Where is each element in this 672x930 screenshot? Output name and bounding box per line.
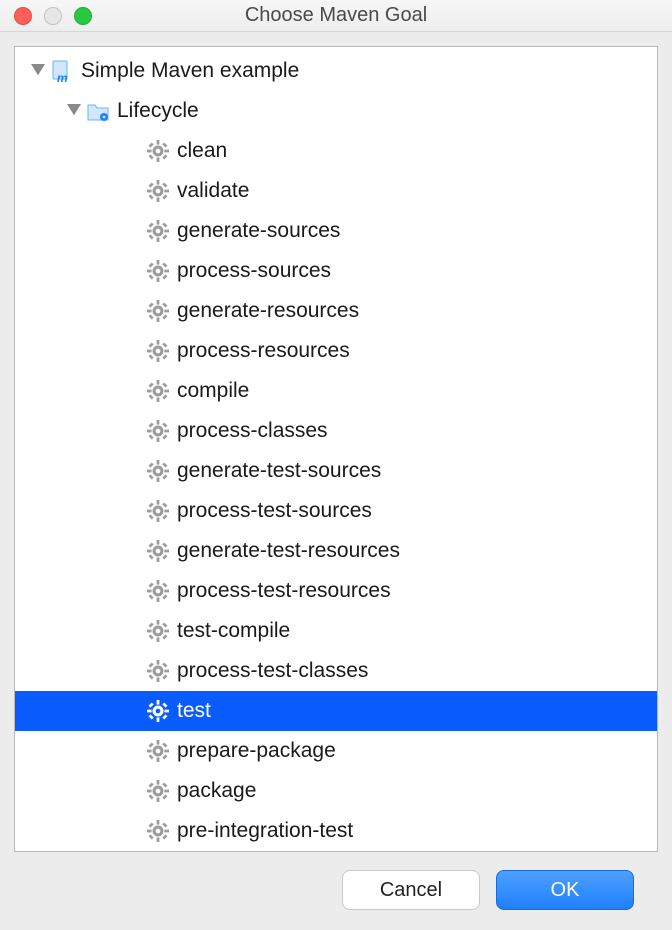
tree-goal-item[interactable]: process-test-sources — [15, 491, 657, 531]
gear-icon — [145, 538, 171, 564]
tree-item-label: generate-test-sources — [177, 459, 381, 483]
lifecycle-folder-icon — [85, 98, 111, 124]
tree-goal-item[interactable]: process-resources — [15, 331, 657, 371]
tree-goal-item[interactable]: generate-test-resources — [15, 531, 657, 571]
gear-icon — [145, 298, 171, 324]
gear-icon — [145, 698, 171, 724]
tree-item-label: clean — [177, 139, 227, 163]
tree-goal-item[interactable]: prepare-package — [15, 731, 657, 771]
gear-icon — [145, 218, 171, 244]
gear-icon — [145, 258, 171, 284]
tree-item-label: Lifecycle — [117, 99, 199, 123]
tree-item-label: process-test-resources — [177, 579, 391, 603]
tree-panel: m Simple Maven example Lifecycle clean valid… — [14, 46, 658, 852]
expand-arrow-icon[interactable] — [63, 104, 85, 118]
gear-icon — [145, 778, 171, 804]
tree-item-label: process-test-sources — [177, 499, 372, 523]
gear-icon — [145, 338, 171, 364]
tree-goal-item[interactable]: package — [15, 771, 657, 811]
tree-goal-item[interactable]: process-test-resources — [15, 571, 657, 611]
dialog-window: Choose Maven Goal m Simple Maven example L… — [0, 0, 672, 930]
content-area: m Simple Maven example Lifecycle clean valid… — [0, 32, 672, 930]
tree-item-label: Simple Maven example — [81, 59, 299, 83]
maven-goal-tree[interactable]: m Simple Maven example Lifecycle clean valid… — [15, 47, 657, 851]
tree-item-label: test — [177, 699, 211, 723]
tree-item-label: process-test-classes — [177, 659, 368, 683]
tree-goal-item[interactable]: process-sources — [15, 251, 657, 291]
tree-item-label: generate-resources — [177, 299, 359, 323]
expand-arrow-icon[interactable] — [27, 64, 49, 78]
tree-goal-item[interactable]: compile — [15, 371, 657, 411]
maven-project-icon: m — [49, 58, 75, 84]
titlebar: Choose Maven Goal — [0, 0, 672, 32]
tree-goal-item[interactable]: test-compile — [15, 611, 657, 651]
tree-item-label: process-sources — [177, 259, 331, 283]
window-title: Choose Maven Goal — [0, 4, 672, 27]
cancel-button[interactable]: Cancel — [342, 870, 480, 910]
tree-lifecycle-folder[interactable]: Lifecycle — [15, 91, 657, 131]
svg-text:m: m — [57, 71, 68, 83]
tree-goal-item[interactable]: generate-resources — [15, 291, 657, 331]
tree-item-label: generate-test-resources — [177, 539, 400, 563]
ok-button[interactable]: OK — [496, 870, 634, 910]
tree-item-label: generate-sources — [177, 219, 340, 243]
tree-item-label: process-resources — [177, 339, 350, 363]
tree-item-label: package — [177, 779, 256, 803]
gear-icon — [145, 458, 171, 484]
tree-goal-item[interactable]: process-classes — [15, 411, 657, 451]
tree-goal-item[interactable]: validate — [15, 171, 657, 211]
gear-icon — [145, 178, 171, 204]
tree-goal-item[interactable]: process-test-classes — [15, 651, 657, 691]
tree-item-label: compile — [177, 379, 249, 403]
tree-goal-item[interactable]: pre-integration-test — [15, 811, 657, 851]
gear-icon — [145, 378, 171, 404]
tree-goal-item[interactable]: generate-test-sources — [15, 451, 657, 491]
gear-icon — [145, 658, 171, 684]
gear-icon — [145, 138, 171, 164]
tree-item-label: validate — [177, 179, 249, 203]
tree-root-project[interactable]: m Simple Maven example — [15, 51, 657, 91]
tree-item-label: pre-integration-test — [177, 819, 353, 843]
tree-goal-item[interactable]: clean — [15, 131, 657, 171]
gear-icon — [145, 738, 171, 764]
tree-item-label: test-compile — [177, 619, 290, 643]
gear-icon — [145, 578, 171, 604]
dialog-buttons: Cancel OK — [14, 852, 658, 930]
gear-icon — [145, 418, 171, 444]
tree-goal-item[interactable]: test — [15, 691, 657, 731]
gear-icon — [145, 618, 171, 644]
gear-icon — [145, 498, 171, 524]
gear-icon — [145, 818, 171, 844]
tree-goal-item[interactable]: generate-sources — [15, 211, 657, 251]
tree-item-label: prepare-package — [177, 739, 336, 763]
tree-item-label: process-classes — [177, 419, 328, 443]
